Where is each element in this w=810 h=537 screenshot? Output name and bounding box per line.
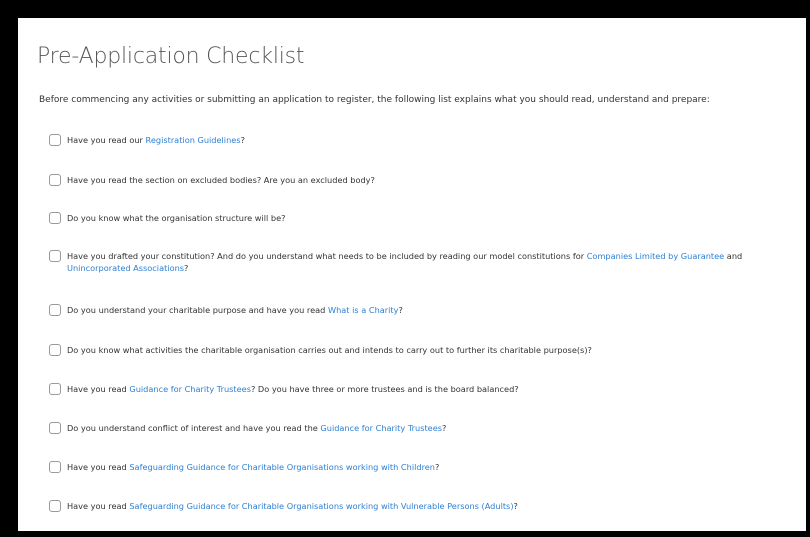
companies-limited-by-guarantee-link[interactable]: Companies Limited by Guarantee — [587, 251, 724, 261]
checklist-item-label: Have you read Guidance for Charity Trust… — [67, 384, 519, 394]
checklist-item-trustees: Have you read Guidance for Charity Trust… — [49, 383, 789, 395]
checkbox[interactable] — [49, 304, 61, 316]
safeguarding-children-link[interactable]: Safeguarding Guidance for Charitable Org… — [129, 462, 435, 472]
checklist-item-label: Have you drafted your constitution? And … — [67, 251, 743, 273]
checklist-item-label: Do you understand conflict of interest a… — [67, 423, 447, 433]
checkbox[interactable] — [49, 134, 61, 146]
what-is-a-charity-link[interactable]: What is a Charity — [328, 305, 399, 315]
checklist-item-activities: Do you know what activities the charitab… — [49, 344, 789, 356]
checklist-item-excluded-bodies: Have you read the section on excluded bo… — [49, 174, 789, 186]
intro-text: Before commencing any activities or subm… — [39, 95, 710, 105]
checkbox[interactable] — [49, 174, 61, 186]
checkbox[interactable] — [49, 500, 61, 512]
checklist-panel: Pre-Application Checklist Before commenc… — [16, 16, 808, 533]
safeguarding-vulnerable-adults-link[interactable]: Safeguarding Guidance for Charitable Org… — [129, 501, 513, 511]
checkbox[interactable] — [49, 250, 61, 262]
checkbox[interactable] — [49, 344, 61, 356]
checklist-item-safeguarding-adults: Have you read Safeguarding Guidance for … — [49, 500, 789, 512]
checklist-item-registration-guidelines: Have you read our Registration Guideline… — [49, 134, 789, 146]
checklist-item-conflict-of-interest: Do you understand conflict of interest a… — [49, 422, 789, 434]
checklist-item-label: Have you read Safeguarding Guidance for … — [67, 501, 518, 511]
checklist-item-label: Do you know what activities the charitab… — [67, 345, 592, 355]
guidance-for-charity-trustees-link[interactable]: Guidance for Charity Trustees — [129, 384, 251, 394]
checklist-item-label: Have you read the section on excluded bo… — [67, 175, 375, 185]
checklist-item-label: Have you read our Registration Guideline… — [67, 135, 245, 145]
checkbox[interactable] — [49, 212, 61, 224]
checklist-item-label: Do you know what the organisation struct… — [67, 213, 286, 223]
checklist-item-label: Have you read Safeguarding Guidance for … — [67, 462, 440, 472]
checklist-item-label: Do you understand your charitable purpos… — [67, 305, 403, 315]
page-title: Pre-Application Checklist — [37, 44, 305, 69]
checklist-item-organisation-structure: Do you know what the organisation struct… — [49, 212, 789, 224]
registration-guidelines-link[interactable]: Registration Guidelines — [146, 135, 241, 145]
checklist-item-constitution: Have you drafted your constitution? And … — [49, 250, 789, 274]
unincorporated-associations-link[interactable]: Unincorporated Associations — [67, 263, 184, 273]
checklist-item-safeguarding-children: Have you read Safeguarding Guidance for … — [49, 461, 789, 473]
checkbox[interactable] — [49, 422, 61, 434]
checkbox[interactable] — [49, 383, 61, 395]
checklist-item-charitable-purpose: Do you understand your charitable purpos… — [49, 304, 789, 316]
guidance-for-charity-trustees-link[interactable]: Guidance for Charity Trustees — [320, 423, 442, 433]
checkbox[interactable] — [49, 461, 61, 473]
